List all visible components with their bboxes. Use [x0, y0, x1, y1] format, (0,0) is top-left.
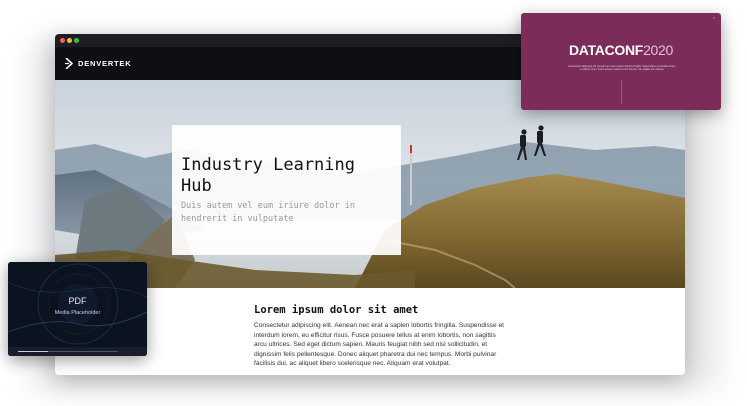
brand-logo[interactable]: DENVERTEK — [65, 58, 131, 69]
maximize-window-button[interactable] — [74, 38, 79, 43]
brand-mark-icon — [65, 58, 73, 69]
hero-title: Industry Learning Hub — [181, 155, 355, 196]
conference-title: DATACONF2020 — [521, 42, 721, 58]
divider — [621, 80, 622, 104]
hero-card: Industry Learning Hub Duis autem vel eum… — [172, 125, 401, 255]
hero-subtitle: Duis autem vel eum iriure dolor in hendr… — [181, 201, 355, 224]
conference-title-main: DATACONF — [568, 42, 644, 58]
conference-title-year: 2020 — [643, 42, 674, 58]
conference-description: Consectetur adipiscing elit. Aenean nec … — [568, 65, 676, 72]
brand-name: DENVERTEK — [78, 59, 132, 68]
pdf-label: PDF — [68, 296, 87, 306]
pdf-background-graphic — [8, 262, 147, 356]
progress-fill — [18, 351, 48, 352]
minimize-window-button[interactable] — [67, 38, 72, 43]
close-window-button[interactable] — [60, 38, 65, 43]
dataconf-window[interactable]: × DATACONF2020 Consectetur adipiscing el… — [521, 13, 721, 110]
pdf-sublabel: Media Placeholder — [54, 310, 101, 316]
article-heading: Lorem ipsum dolor sit amet — [254, 304, 419, 316]
pdf-media-window[interactable]: PDF Media Placeholder — [8, 262, 147, 356]
article-body: Consectetur adipiscing elit. Aenean nec … — [254, 322, 504, 368]
progress-bar[interactable] — [18, 351, 118, 352]
media-controls — [8, 347, 147, 356]
close-icon[interactable]: × — [713, 15, 715, 20]
